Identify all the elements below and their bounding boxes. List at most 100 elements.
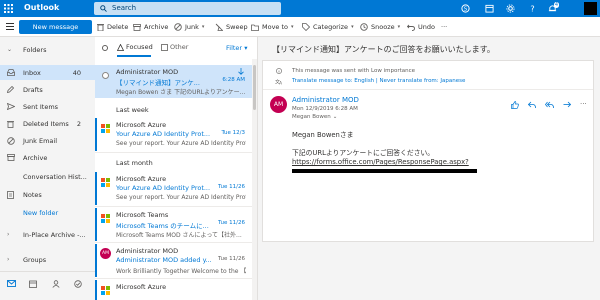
- undo-button[interactable]: Undo: [407, 20, 435, 34]
- tasks-icon[interactable]: [74, 280, 82, 288]
- send-icon: [7, 103, 15, 110]
- forward-icon[interactable]: [563, 101, 571, 109]
- people-icon[interactable]: [52, 280, 60, 288]
- inbox-icon: [7, 69, 15, 76]
- section-header-last-week[interactable]: Last week: [95, 101, 252, 117]
- more-actions-icon[interactable]: ···: [580, 101, 587, 109]
- section-header-last-month[interactable]: Last month: [95, 154, 252, 170]
- info-icon: [276, 68, 282, 74]
- sender-name[interactable]: Administrator MOD: [292, 96, 359, 104]
- chevron-down-icon: ▾: [397, 24, 401, 30]
- chevron-down-icon: ⌄: [332, 114, 338, 120]
- tab-focused[interactable]: Focused: [117, 43, 153, 51]
- module-switcher: [0, 271, 95, 300]
- sidebar-item-label: Archive: [23, 153, 48, 162]
- other-icon: [161, 43, 168, 51]
- skype-icon[interactable]: S: [455, 0, 475, 17]
- message-item[interactable]: Microsoft Azure Your Azure AD Identity P…: [95, 118, 252, 151]
- trash-icon: [7, 121, 14, 128]
- folders-header[interactable]: ⌄ Folders: [0, 42, 95, 57]
- message-list-header: Focused Other Filter ▾: [95, 37, 257, 59]
- chevron-down-icon: ▾: [291, 24, 294, 30]
- message-subject: Your Azure AD Identity Prot...: [116, 130, 211, 138]
- message-sender: Microsoft Azure: [116, 175, 167, 183]
- message-item[interactable]: AM Administrator MOD Administrator MOD a…: [95, 244, 252, 277]
- mail-icon[interactable]: [7, 280, 16, 287]
- new-message-button[interactable]: New message: [19, 20, 92, 34]
- reply-all-icon[interactable]: [545, 101, 554, 109]
- app-title[interactable]: Outlook: [24, 3, 59, 12]
- calendar-icon[interactable]: [29, 280, 37, 288]
- sidebar-item-junk[interactable]: Junk Email: [0, 133, 95, 148]
- low-importance-icon: [238, 68, 244, 75]
- microsoft-logo-icon: [101, 214, 110, 223]
- help-icon[interactable]: ?: [522, 0, 542, 17]
- user-avatar[interactable]: [584, 2, 597, 15]
- message-item[interactable]: Microsoft Teams Microsoft Teams のチームに...…: [95, 208, 252, 241]
- sidebar-item-deleted[interactable]: Deleted Items 2: [0, 116, 95, 131]
- delete-button[interactable]: Delete: [97, 20, 128, 34]
- sidebar-item-drafts[interactable]: Drafts: [0, 82, 95, 97]
- notifications-icon[interactable]: 4: [542, 0, 562, 17]
- message-time: Tue 11/26: [218, 184, 245, 190]
- unread-count: 40: [72, 68, 81, 77]
- message-item[interactable]: Microsoft Azure Your Azure AD Identity P…: [95, 172, 252, 205]
- message-item[interactable]: Administrator MOD 【リマインド通知】アンケ... 6:28 A…: [95, 65, 252, 98]
- delete-label: Delete: [107, 23, 129, 31]
- search-input[interactable]: Search: [112, 4, 136, 12]
- categorize-button[interactable]: Categorize ▾: [302, 20, 354, 34]
- message-subject: Microsoft Teams のチームに...: [116, 222, 209, 230]
- archive-icon: [7, 154, 15, 161]
- archive-button[interactable]: Archive: [133, 20, 168, 34]
- hamburger-menu-icon[interactable]: [6, 23, 14, 32]
- search-box[interactable]: Search: [94, 2, 281, 15]
- chevron-down-icon: ▾: [351, 24, 354, 30]
- sidebar-item-notes[interactable]: Notes: [0, 187, 95, 202]
- snooze-label: Snooze: [371, 23, 395, 31]
- new-folder-link[interactable]: New folder: [0, 205, 95, 220]
- scrollbar-thumb[interactable]: [253, 65, 256, 110]
- avatar: AM: [100, 248, 111, 259]
- archive-label: Archive: [144, 23, 169, 31]
- snooze-button[interactable]: Snooze ▾: [360, 20, 400, 34]
- filter-label: Filter: [226, 44, 243, 52]
- in-place-archive-header[interactable]: › In-Place Archive -...: [0, 227, 95, 242]
- message-preview: Microsoft Teams MOD さんによって【社外...: [116, 232, 242, 239]
- calendar-icon[interactable]: [479, 0, 499, 17]
- top-bar: Outlook Search S ? 4: [0, 0, 600, 17]
- svg-text:S: S: [463, 7, 467, 13]
- message-sender: Microsoft Azure: [116, 121, 167, 129]
- sidebar-item-conversation-history[interactable]: Conversation Hist...: [0, 169, 95, 184]
- archive-icon: [133, 23, 141, 31]
- filter-button[interactable]: Filter ▾: [226, 44, 247, 52]
- block-icon: [7, 137, 15, 145]
- gear-icon[interactable]: [500, 0, 520, 17]
- survey-link[interactable]: https://forms.office.com/Pages/ResponseP…: [292, 158, 477, 167]
- waffle-icon[interactable]: [0, 0, 17, 17]
- trash-icon: [97, 24, 104, 31]
- groups-label: Groups: [23, 255, 47, 264]
- chevron-down-icon: ⌄: [7, 46, 13, 53]
- groups-header[interactable]: › Groups: [0, 252, 95, 267]
- folder-pane: ⌄ Folders Inbox 40 Drafts Sent Items Del…: [0, 37, 95, 300]
- translate-info[interactable]: Translate message to: English | Never tr…: [292, 78, 465, 84]
- message-select-radio[interactable]: [102, 72, 109, 79]
- message-title: 【リマインド通知】アンケートのご回答をお願いいたします。: [272, 45, 495, 54]
- message-sender: Administrator MOD: [116, 68, 179, 76]
- sweep-button[interactable]: Sweep: [215, 20, 248, 34]
- select-all-checkbox[interactable]: [102, 45, 108, 51]
- like-icon[interactable]: [511, 101, 519, 109]
- more-actions-button[interactable]: ···: [441, 20, 447, 34]
- recipient[interactable]: Megan Bowen ⌄: [292, 114, 337, 120]
- message-actions: ···: [511, 101, 587, 109]
- sidebar-item-archive[interactable]: Archive: [0, 150, 95, 165]
- tab-focused-label: Focused: [126, 43, 153, 51]
- sidebar-item-sent[interactable]: Sent Items: [0, 99, 95, 114]
- message-item[interactable]: Microsoft Azure: [95, 280, 252, 300]
- reply-icon[interactable]: [528, 101, 536, 109]
- junk-button[interactable]: Junk ▾: [174, 20, 204, 34]
- sender-avatar[interactable]: AM: [270, 96, 287, 113]
- tab-other[interactable]: Other: [161, 43, 188, 51]
- sidebar-item-inbox[interactable]: Inbox 40: [0, 65, 95, 80]
- move-to-button[interactable]: Move to ▾: [251, 20, 294, 34]
